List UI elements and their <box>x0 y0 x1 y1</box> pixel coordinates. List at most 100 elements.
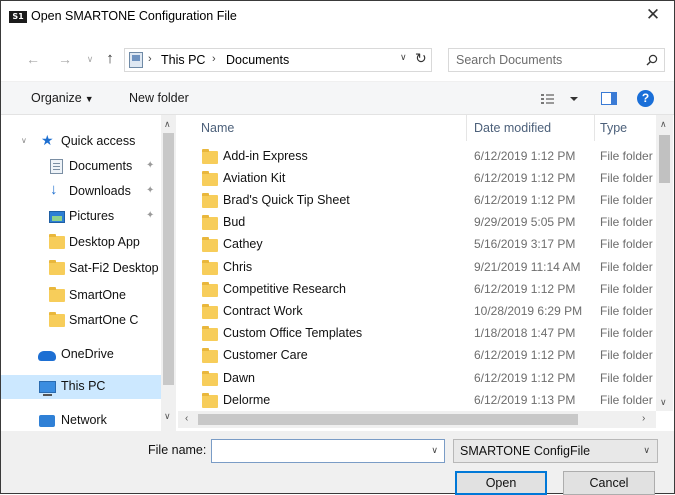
nav-item-downloads[interactable]: ↓ Downloads ✦ <box>1 180 161 204</box>
breadcrumb-chevron-icon[interactable]: › <box>212 53 216 65</box>
close-icon[interactable]: ✕ <box>644 6 662 24</box>
folder-icon <box>202 193 218 208</box>
scroll-down-icon[interactable]: ∨ <box>164 411 171 422</box>
folder-icon <box>49 287 65 302</box>
file-name: Cathey <box>223 237 263 251</box>
scroll-up-icon[interactable]: ∧ <box>164 119 171 130</box>
nav-item-smartone-c[interactable]: SmartOne C <box>1 309 161 333</box>
nav-item-smartone[interactable]: SmartOne <box>1 284 161 308</box>
column-divider[interactable] <box>466 115 467 141</box>
back-arrow-icon[interactable]: ← <box>24 49 42 69</box>
nav-item-label: Network <box>61 413 107 427</box>
scroll-left-icon[interactable]: ‹ <box>185 413 188 424</box>
onedrive-icon <box>38 351 56 361</box>
open-button[interactable]: Open <box>455 471 547 495</box>
file-row[interactable]: Cathey 5/16/2019 3:17 PM File folder <box>178 234 658 256</box>
search-box[interactable] <box>448 48 665 72</box>
this-pc-icon <box>129 52 143 68</box>
pin-icon[interactable]: ✦ <box>146 160 154 171</box>
file-list-horizontal-scrollbar[interactable]: ‹ › <box>178 411 656 428</box>
file-name: Contract Work <box>223 304 303 318</box>
recent-locations-chevron-icon[interactable]: ∨ <box>81 49 99 69</box>
new-folder-button[interactable]: New folder <box>129 91 189 105</box>
file-row[interactable]: Dawn 6/12/2019 1:12 PM File folder <box>178 368 658 390</box>
nav-item-label: Sat-Fi2 Desktop . <box>69 261 166 275</box>
help-icon[interactable]: ? <box>637 90 654 107</box>
scrollbar-thumb[interactable] <box>163 133 174 385</box>
column-header-date-modified[interactable]: Date modified <box>474 121 551 135</box>
folder-icon <box>49 234 65 249</box>
file-list-vertical-scrollbar[interactable]: ∧ ∨ <box>656 115 673 411</box>
scroll-up-icon[interactable]: ∧ <box>660 119 667 130</box>
cancel-button[interactable]: Cancel <box>563 471 655 495</box>
file-name-label: File name: <box>148 443 207 457</box>
file-type: File folder <box>600 215 653 229</box>
address-bar[interactable]: › This PC › Documents ∨ ↻ <box>124 48 432 72</box>
change-view-icon[interactable] <box>541 91 581 107</box>
scrollbar-thumb[interactable] <box>198 414 578 425</box>
file-type: File folder <box>600 326 653 340</box>
nav-item-desktop-app[interactable]: Desktop App <box>1 231 161 255</box>
navigation-pane: ∨ ★ Quick access Documents ✦ ↓ Downloads… <box>1 115 176 431</box>
pin-icon[interactable]: ✦ <box>146 210 154 221</box>
nav-item-this-pc[interactable]: This PC <box>1 375 161 399</box>
file-name: Delorme <box>223 393 271 407</box>
file-row[interactable]: Custom Office Templates 1/18/2018 1:47 PM… <box>178 323 658 345</box>
nav-item-pictures[interactable]: Pictures ✦ <box>1 205 161 229</box>
file-row[interactable]: Aviation Kit 6/12/2019 1:12 PM File folder <box>178 168 658 190</box>
nav-item-sat-fi2-desktop[interactable]: Sat-Fi2 Desktop . <box>1 257 166 281</box>
organize-button[interactable]: Organize ▼ <box>31 91 94 105</box>
chevron-down-icon[interactable]: ∨ <box>431 445 438 456</box>
scrollbar-thumb[interactable] <box>659 135 670 183</box>
scroll-right-icon[interactable]: › <box>642 413 645 424</box>
search-input[interactable] <box>449 49 639 71</box>
breadcrumb-chevron-icon[interactable]: › <box>148 53 152 65</box>
file-name-combobox[interactable]: ∨ <box>211 439 445 463</box>
file-type: File folder <box>600 282 653 296</box>
column-header-type[interactable]: Type <box>600 121 627 135</box>
folder-icon <box>202 371 218 386</box>
pin-icon[interactable]: ✦ <box>146 185 154 196</box>
file-type: File folder <box>600 171 653 185</box>
file-type-select[interactable]: SMARTONE ConfigFile ∨ <box>453 439 658 463</box>
file-name: Brad's Quick Tip Sheet <box>223 193 350 207</box>
file-row[interactable]: Chris 9/21/2019 11:14 AM File folder <box>178 257 658 279</box>
scroll-down-icon[interactable]: ∨ <box>660 397 667 408</box>
breadcrumb-this-pc[interactable]: This PC <box>161 53 205 67</box>
title-bar: S1 Open SMARTONE Configuration File ✕ <box>1 1 674 31</box>
file-name: Aviation Kit <box>223 171 286 185</box>
file-name-input[interactable] <box>212 440 422 462</box>
refresh-icon[interactable]: ↻ <box>415 50 427 67</box>
nav-pane-scrollbar[interactable]: ∧ ∨ <box>161 115 176 431</box>
nav-item-network[interactable]: Network <box>1 409 161 433</box>
open-file-dialog: S1 Open SMARTONE Configuration File ✕ ← … <box>0 0 675 495</box>
nav-item-documents[interactable]: Documents ✦ <box>1 155 161 179</box>
file-type: File folder <box>600 149 653 163</box>
folder-icon <box>202 393 218 408</box>
column-divider[interactable] <box>594 115 595 141</box>
file-row[interactable]: Add-in Express 6/12/2019 1:12 PM File fold… <box>178 146 658 168</box>
this-pc-icon <box>39 381 56 396</box>
search-icon[interactable] <box>646 54 658 66</box>
bottom-panel: File name: ∨ SMARTONE ConfigFile ∨ Open … <box>1 431 674 495</box>
document-icon <box>50 159 63 174</box>
file-row[interactable]: Delorme 6/12/2019 1:13 PM File folder <box>178 390 658 412</box>
nav-item-onedrive[interactable]: OneDrive <box>1 343 161 367</box>
chevron-expanded-icon[interactable]: ∨ <box>21 136 27 145</box>
column-headers: Name Date modified Type <box>178 115 658 141</box>
file-row[interactable]: Competitive Research 6/12/2019 1:12 PM Fil… <box>178 279 658 301</box>
up-arrow-icon[interactable]: ↑ <box>101 49 119 69</box>
address-dropdown-icon[interactable]: ∨ <box>400 52 407 63</box>
nav-item-quick-access[interactable]: ∨ ★ Quick access <box>1 130 161 154</box>
organize-label: Organize <box>31 91 82 105</box>
breadcrumb-documents[interactable]: Documents <box>226 53 289 67</box>
forward-arrow-icon[interactable]: → <box>56 49 74 69</box>
file-date: 6/12/2019 1:12 PM <box>474 282 576 296</box>
file-row[interactable]: Brad's Quick Tip Sheet 6/12/2019 1:12 PM F… <box>178 190 658 212</box>
file-row[interactable]: Bud 9/29/2019 5:05 PM File folder <box>178 212 658 234</box>
file-row[interactable]: Customer Care 6/12/2019 1:12 PM File folde… <box>178 345 658 367</box>
file-row[interactable]: Contract Work 10/28/2019 6:29 PM File fold… <box>178 301 658 323</box>
column-header-name[interactable]: Name <box>201 121 234 135</box>
network-icon <box>39 415 55 427</box>
preview-pane-icon[interactable] <box>601 92 617 105</box>
